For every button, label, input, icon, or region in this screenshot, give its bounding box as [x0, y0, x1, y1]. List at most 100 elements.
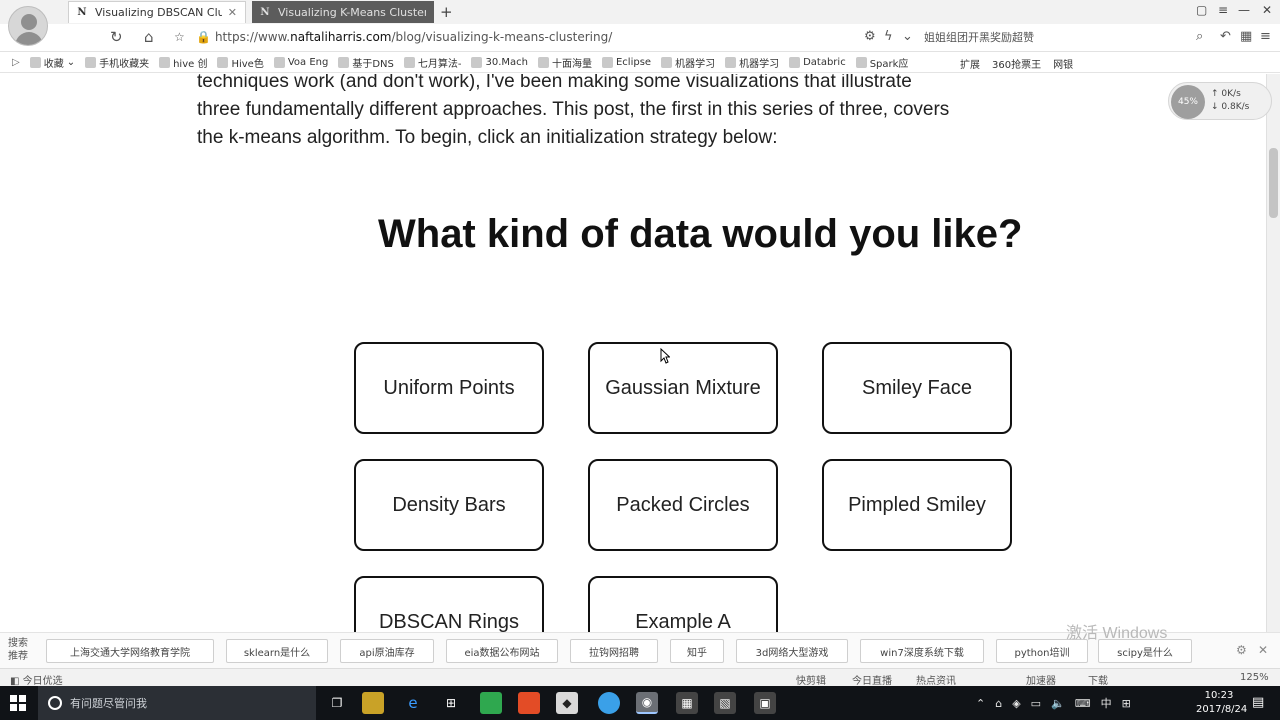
ime-indicator[interactable]: 中 [1101, 695, 1112, 711]
vertical-scrollbar[interactable] [1266, 74, 1280, 632]
home-icon[interactable]: ⌂ [144, 28, 154, 46]
app-icon[interactable] [598, 692, 620, 714]
settings-icon[interactable]: ⚙ [1236, 643, 1247, 657]
status-item[interactable]: 加速器 [1026, 672, 1056, 687]
bookmark-item[interactable]: Hive色 [217, 55, 264, 70]
suggestion-chip[interactable]: 上海交通大学网络教育学院 [46, 639, 214, 663]
avatar-body-shape [15, 32, 43, 45]
minimize-icon[interactable]: — [1238, 3, 1250, 17]
suggestion-chip[interactable]: sklearn是什么 [226, 639, 328, 663]
app-icon[interactable]: ◆ [556, 692, 578, 714]
bookmark-item[interactable]: hive 创 [159, 55, 207, 70]
status-item[interactable]: 热点资讯 [916, 672, 956, 687]
chevron-up-icon[interactable]: ⌃ [976, 697, 985, 710]
extensions-button[interactable]: 扩展 [960, 56, 980, 71]
tab-kmeans[interactable]: N Visualizing K-Means Clusterin [252, 1, 434, 23]
suggestion-chip[interactable]: 拉钩网招聘 [570, 639, 658, 663]
status-left[interactable]: ◧ 今日优选 [10, 672, 63, 687]
bookmark-item[interactable]: 收藏 ⌄ [29, 55, 75, 70]
ticket-button[interactable]: 360抢票王 [992, 56, 1041, 71]
app-icon[interactable]: ▧ [714, 692, 736, 714]
download-rate: ↓ 0.8K/s [1211, 102, 1250, 112]
windows-taskbar: 有问题尽管问我 ❐ e ⊞ ◆ ◉ ▦ ▧ ▣ ⌃ ⌂ ◈ ▭ 🔈 ⌨ 中 ⊞ … [0, 686, 1280, 720]
close-window-icon[interactable]: ✕ [1262, 3, 1272, 17]
store-icon[interactable]: ⊞ [440, 692, 462, 714]
edge-icon[interactable]: e [402, 692, 424, 714]
eclipse-icon [601, 57, 613, 68]
suggestion-chip[interactable]: 知乎 [670, 639, 724, 663]
app-icon[interactable] [518, 692, 540, 714]
bookmark-item[interactable]: Databric [789, 57, 846, 68]
app-icon[interactable]: ▣ [754, 692, 776, 714]
browser-360-icon[interactable]: ◉ [636, 692, 658, 714]
suggestion-chip[interactable]: 3d网络大型游戏 [736, 639, 848, 663]
system-clock[interactable]: 10:23 2017/8/24 [1196, 689, 1247, 717]
battery-icon[interactable]: ▭ [1031, 697, 1041, 710]
status-item[interactable]: 快剪辑 [796, 672, 826, 687]
packed-circles-button[interactable]: Packed Circles [588, 459, 778, 551]
undo-icon[interactable]: ↶ [1220, 29, 1231, 44]
notification-icon[interactable]: ▤ [1252, 695, 1264, 710]
search-icon[interactable]: ⌕ [1196, 29, 1203, 44]
star-icon[interactable]: ☆ [174, 30, 185, 44]
more-icon[interactable]: ≡ [1260, 29, 1271, 44]
url-host: naftaliharris.com [290, 30, 392, 44]
smiley-face-button[interactable]: Smiley Face [822, 342, 1012, 434]
network-speed-widget[interactable]: 45% ↑ 0K/s ↓ 0.8K/s [1168, 82, 1272, 120]
windows-start-icon[interactable] [10, 695, 26, 711]
chevron-right-icon[interactable]: ▷ [12, 57, 20, 68]
cortana-search[interactable]: 有问题尽管问我 [38, 686, 316, 720]
bookmark-item[interactable]: 七月算法- [403, 55, 461, 70]
app-icon[interactable]: ▦ [676, 692, 698, 714]
density-bars-button[interactable]: Density Bars [354, 459, 544, 551]
avatar-head-shape [21, 14, 37, 30]
menu-icon[interactable]: ≡ [1218, 3, 1228, 17]
keyboard-icon[interactable]: ⌨ [1075, 697, 1091, 710]
file-explorer-icon[interactable] [362, 692, 384, 714]
grid-icon[interactable]: ▦ [1240, 29, 1252, 44]
status-item[interactable]: 下载 [1088, 672, 1108, 687]
volume-icon[interactable]: 🔈 [1051, 697, 1065, 710]
app-icon[interactable] [480, 692, 502, 714]
naftali-favicon-icon: N [77, 7, 87, 18]
network-icon[interactable]: ⌂ [995, 697, 1002, 710]
user-avatar[interactable] [8, 6, 48, 46]
bolt-icon[interactable]: ϟ [884, 29, 893, 44]
bookmark-item[interactable]: 手机收藏夹 [85, 55, 149, 70]
dbscan-rings-button[interactable]: DBSCAN Rings [354, 576, 544, 632]
bookmark-item[interactable]: Spark应 [855, 55, 908, 70]
gaussian-mixture-button[interactable]: Gaussian Mixture [588, 342, 778, 434]
skin-icon[interactable]: ▢ [1196, 3, 1207, 17]
refresh-icon[interactable]: ↻ [110, 28, 123, 46]
pimpled-smiley-button[interactable]: Pimpled Smiley [822, 459, 1012, 551]
example-a-button[interactable]: Example A [588, 576, 778, 632]
bookmark-item[interactable]: 30.Mach [471, 57, 528, 68]
tab-dbscan[interactable]: N Visualizing DBSCAN Clusterin ✕ [68, 1, 246, 23]
gear-icon[interactable]: ⚙ [864, 29, 876, 44]
suggestion-chip[interactable]: win7深度系统下载 [860, 639, 984, 663]
bookmark-item[interactable]: 机器学习 [725, 55, 779, 70]
chevron-down-icon[interactable]: ⌄ [902, 29, 913, 44]
bookmark-item[interactable]: 机器学习 [661, 55, 715, 70]
bank-button[interactable]: 网银 [1053, 56, 1073, 71]
suggestion-chip[interactable]: eia数据公布网站 [446, 639, 558, 663]
url-field[interactable]: 🔒 https://www.naftaliharris.com/blog/visu… [196, 30, 612, 44]
suggestion-chip[interactable]: api原油库存 [340, 639, 434, 663]
bookmark-item[interactable]: Eclipse [601, 57, 651, 68]
ime-icon[interactable]: ⊞ [1122, 697, 1131, 710]
bookmark-item[interactable]: 十面海量 [537, 55, 592, 70]
status-item[interactable]: 今日直播 [852, 672, 892, 687]
scrollbar-thumb[interactable] [1269, 148, 1278, 218]
uniform-points-button[interactable]: Uniform Points [354, 342, 544, 434]
new-tab-button[interactable]: + [440, 3, 453, 21]
close-icon[interactable]: ✕ [228, 6, 237, 19]
zoom-level[interactable]: 125% [1240, 672, 1269, 683]
bookmark-item[interactable]: 基于DNS [338, 55, 394, 70]
task-view-icon[interactable]: ❐ [326, 692, 348, 714]
close-icon[interactable]: ✕ [1258, 643, 1268, 657]
app-tray-icon[interactable]: ◈ [1012, 697, 1020, 710]
upload-rate: ↑ 0K/s [1211, 89, 1241, 99]
bookmark-item[interactable]: Voa Eng [273, 57, 328, 68]
search-input[interactable]: 姐姐组团开黑奖励超赞 [918, 29, 1148, 47]
tab-title: Visualizing K-Means Clusterin [278, 5, 426, 19]
